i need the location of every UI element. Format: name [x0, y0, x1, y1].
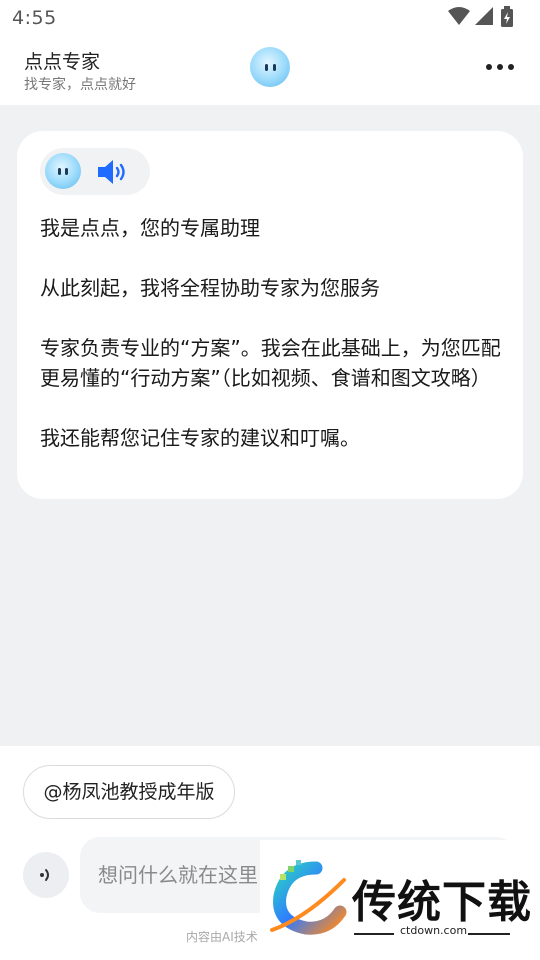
status-bar: 4:55	[0, 0, 540, 36]
voice-input-button[interactable]	[23, 852, 69, 898]
expert-mention-chip[interactable]: @杨凤池教授成年版	[23, 765, 235, 819]
app-header: 点点专家 找专家，点点就好	[0, 36, 540, 105]
page-subtitle: 找专家，点点就好	[24, 77, 136, 93]
message-paragraph: 从此刻起，我将全程协助专家为您服务	[40, 276, 380, 300]
status-time: 4:55	[12, 7, 57, 29]
assistant-avatar[interactable]	[250, 47, 290, 87]
more-dot	[497, 64, 503, 70]
assistant-avatar-small	[45, 153, 81, 189]
assistant-message-bubble: 我是点点，您的专属助理 从此刻起，我将全程协助专家为您服务 专家负责专业的“方案…	[17, 131, 523, 499]
speaker-icon[interactable]	[96, 159, 130, 185]
voice-wave-icon	[40, 869, 49, 881]
watermark: 传统下载 ctdown.com	[260, 840, 540, 960]
avatar-eye-right	[273, 64, 276, 71]
watermark-divider	[468, 933, 510, 935]
message-paragraph: 我是点点，您的专属助理	[40, 216, 260, 240]
more-dot	[508, 64, 514, 70]
watermark-logo-icon	[270, 860, 347, 935]
ai-disclaimer: 内容由AI技术	[186, 930, 258, 944]
avatar-eye-right	[65, 168, 68, 175]
watermark-title: 传统下载	[352, 877, 532, 928]
avatar-eye-left	[265, 64, 268, 71]
page-title: 点点专家	[24, 51, 101, 73]
message-paragraph: 我还能帮您记住专家的建议和叮嘱。	[40, 426, 360, 450]
more-options-icon[interactable]	[484, 60, 516, 76]
message-paragraph: 专家负责专业的“方案”。我会在此基础上，为您匹配更易懂的“行动方案”（比如视频、…	[40, 336, 501, 390]
watermark-url: ctdown.com	[400, 924, 468, 937]
message-text: 我是点点，您的专属助理 从此刻起，我将全程协助专家为您服务 专家负责专业的“方案…	[40, 213, 510, 453]
signal-icon	[475, 7, 493, 25]
wifi-icon	[448, 7, 470, 25]
battery-icon	[501, 6, 513, 27]
avatar-eye-left	[58, 168, 61, 175]
message-audio-pill[interactable]	[40, 148, 150, 195]
more-dot	[486, 64, 492, 70]
watermark-divider	[354, 933, 394, 935]
